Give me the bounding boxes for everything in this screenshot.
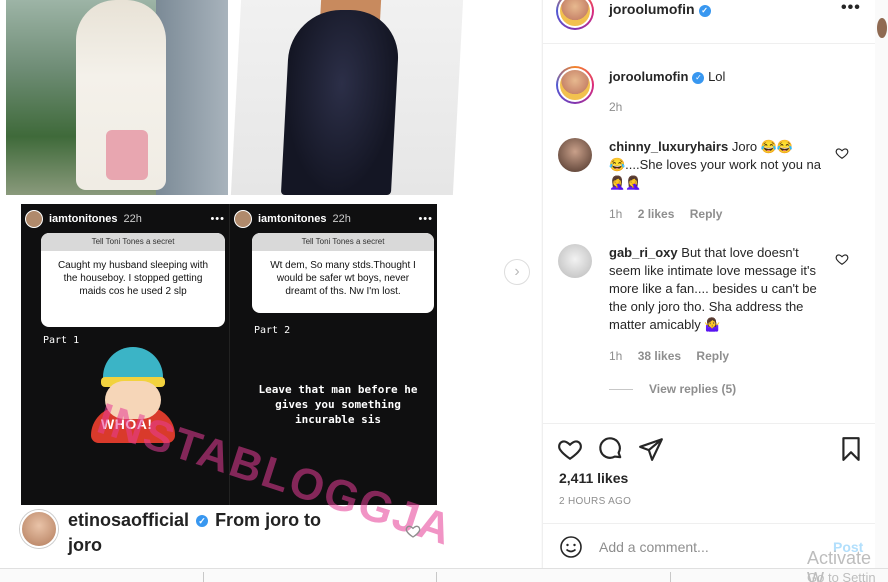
photo-dress — [280, 10, 401, 195]
bookmark-icon[interactable] — [838, 436, 864, 462]
author-username[interactable]: joroolumofin ✓ — [609, 1, 711, 17]
avatar-image — [558, 0, 592, 28]
heart-icon[interactable] — [835, 146, 849, 160]
comment-avatar[interactable] — [558, 138, 592, 172]
comment-time[interactable]: 1h — [609, 349, 622, 363]
verified-icon: ✓ — [692, 72, 705, 84]
view-replies-button[interactable]: View replies (5) — [609, 382, 736, 396]
story-username: iamtonitones — [49, 213, 118, 225]
caption-line2: joro — [68, 535, 102, 555]
story-header: iamtonitones 22h ••• — [234, 208, 433, 230]
instagram-post-window: iamtonitones 22h ••• Tell Toni Tones a s… — [0, 0, 888, 582]
story-more-icon: ••• — [210, 213, 225, 225]
part-label: Part 1 — [43, 335, 80, 346]
photo-woman-sequin-dress — [230, 0, 464, 195]
add-comment-input[interactable] — [599, 534, 799, 560]
bottom-bar — [0, 568, 888, 582]
comment-likes[interactable]: 38 likes — [638, 349, 681, 363]
comment-meta: 2h — [609, 100, 634, 114]
comment-meta: 1h 2 likes Reply — [609, 207, 734, 221]
story-header: iamtonitones 22h ••• — [25, 208, 225, 230]
comment-meta: 1h 38 likes Reply — [609, 349, 741, 363]
heart-icon — [405, 525, 421, 538]
caption-text: etinosaofficial ✓ From joro to joro — [68, 508, 321, 564]
bottom-tick — [670, 572, 671, 582]
story-time: 22h — [123, 213, 142, 225]
like-heart-icon[interactable] — [557, 436, 583, 462]
reply-text: Leave that man before he gives you somet… — [258, 383, 418, 426]
heart-icon[interactable] — [835, 252, 849, 266]
comment-body: gab_ri_oxy But that love doesn't seem li… — [609, 244, 829, 334]
photo-background — [156, 0, 228, 195]
part-label: Part 2 — [254, 325, 291, 336]
story-more-icon: ••• — [418, 213, 433, 225]
question-text: Wt dem, So many stds.Thought I would be … — [270, 260, 416, 297]
page-edge — [875, 0, 888, 568]
avatar-image — [558, 68, 592, 102]
view-replies-label[interactable]: View replies (5) — [649, 382, 736, 396]
verified-icon: ✓ — [196, 515, 209, 528]
reply-button[interactable]: Reply — [690, 207, 723, 221]
caption-username: etinosaofficial — [68, 510, 190, 530]
edge-avatar — [877, 18, 887, 38]
comment-avatar[interactable] — [558, 244, 592, 278]
comment-text: Lol — [708, 69, 726, 84]
question-title: Tell Toni Tones a secret — [252, 233, 434, 251]
question-text: Caught my husband sleeping with the hous… — [57, 260, 209, 297]
comment-likes[interactable]: 2 likes — [638, 207, 675, 221]
question-sticker: Tell Toni Tones a secret Wt dem, So many… — [252, 233, 434, 313]
replies-divider — [609, 389, 633, 391]
comment-username[interactable]: joroolumofin — [609, 69, 688, 84]
likes-count[interactable]: 2,411 likes — [559, 470, 628, 486]
post-time[interactable]: 2 HOURS AGO — [559, 496, 631, 507]
comment-bubble-icon[interactable] — [598, 436, 624, 462]
story-avatar — [25, 210, 43, 228]
author-avatar[interactable] — [556, 0, 594, 30]
comment-body: joroolumofin ✓ Lol — [609, 68, 829, 86]
activate-windows-subtext: Go to Settin — [807, 570, 876, 582]
verified-icon: ✓ — [698, 5, 711, 17]
post-media[interactable]: iamtonitones 22h ••• Tell Toni Tones a s… — [0, 0, 541, 568]
photo-handbag — [106, 130, 148, 180]
share-send-icon[interactable] — [638, 436, 664, 462]
caption-avatar — [20, 510, 58, 548]
post-details-panel: joroolumofin ✓ ••• joroolumofin ✓ Lol 2h c… — [542, 0, 876, 568]
question-sticker: Tell Toni Tones a secret Caught my husba… — [41, 233, 225, 327]
comment-body: chinny_luxuryhairs Joro 😂😂😂....She loves… — [609, 138, 829, 192]
post-header: joroolumofin ✓ ••• — [543, 0, 876, 44]
story-avatar — [234, 210, 252, 228]
media-caption: etinosaofficial ✓ From joro to joro — [20, 508, 421, 564]
question-title: Tell Toni Tones a secret — [41, 233, 225, 251]
comment-time[interactable]: 2h — [609, 100, 622, 114]
story-time: 22h — [332, 213, 351, 225]
reply-button[interactable]: Reply — [696, 349, 729, 363]
post-actions: 2,411 likes 2 HOURS AGO Post — [543, 423, 876, 568]
caption-line1: From joro to — [215, 510, 322, 530]
comment-avatar[interactable] — [556, 66, 594, 104]
more-options-icon[interactable]: ••• — [841, 0, 861, 17]
story-username: iamtonitones — [258, 213, 327, 225]
emoji-icon[interactable] — [559, 535, 583, 559]
comment-username[interactable]: chinny_luxuryhairs — [609, 139, 728, 154]
comment-time[interactable]: 1h — [609, 207, 622, 221]
comment-username[interactable]: gab_ri_oxy — [609, 245, 678, 260]
bottom-tick — [203, 572, 204, 582]
next-arrow-icon[interactable]: › — [504, 259, 530, 285]
bottom-tick — [436, 572, 437, 582]
photo-woman-white-dress — [6, 0, 228, 195]
author-username-text[interactable]: joroolumofin — [609, 1, 695, 17]
